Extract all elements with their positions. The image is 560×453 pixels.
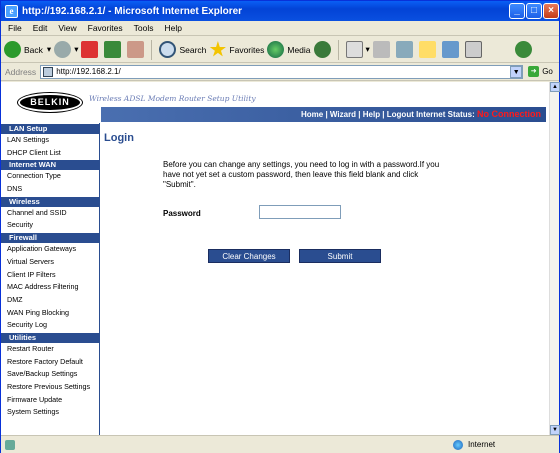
media-button[interactable]: Media (267, 39, 311, 61)
history-button[interactable] (313, 39, 334, 61)
go-arrow-icon: ➜ (528, 66, 540, 77)
home-icon (127, 41, 145, 58)
research-icon (441, 41, 459, 58)
sidebar-item[interactable]: LAN Settings (1, 134, 99, 147)
sidebar-item[interactable]: DNS (1, 183, 99, 196)
sidebar-section-header: Utilities (1, 332, 99, 343)
sidebar-item[interactable]: System Settings (1, 406, 99, 419)
clear-changes-button[interactable]: Clear Changes (208, 249, 290, 263)
menu-bar: File Edit View Favorites Tools Help (1, 21, 559, 36)
submit-button[interactable]: Submit (299, 249, 381, 263)
sidebar-item[interactable]: Application Gateways (1, 243, 99, 256)
sidebar-section-header: Wireless (1, 196, 99, 207)
refresh-icon (104, 41, 122, 58)
edit-icon (395, 41, 413, 58)
sidebar-item[interactable]: Firmware Update (1, 394, 99, 407)
scroll-down-button[interactable]: ▼ (550, 425, 560, 435)
minimize-button[interactable]: _ (509, 3, 525, 19)
sidebar-item[interactable]: Security Log (1, 319, 99, 332)
close-button[interactable]: × (543, 3, 559, 19)
sidebar-item[interactable]: WAN Ping Blocking (1, 307, 99, 320)
back-button[interactable]: Back ▾ (4, 39, 51, 61)
research-button[interactable] (441, 39, 462, 61)
tagline: Wireless ADSL Modem Router Setup Utility (89, 94, 256, 103)
star-icon (209, 41, 227, 57)
sidebar-item[interactable]: DHCP Client List (1, 147, 99, 160)
media-icon (267, 41, 285, 58)
sidebar-item[interactable]: DMZ (1, 294, 99, 307)
menu-view[interactable]: View (58, 23, 76, 33)
toolbar: Back ▾ ▾ Search Favorites Media ▾ (1, 37, 559, 63)
refresh-button[interactable] (104, 39, 124, 61)
favorites-button[interactable]: Favorites (209, 39, 264, 61)
menu-tools[interactable]: Tools (134, 23, 154, 33)
security-zone: Internet (453, 439, 495, 450)
forward-button[interactable]: ▾ (54, 39, 78, 61)
home-button[interactable] (127, 39, 147, 61)
print-icon (372, 41, 390, 58)
connection-status: No Connection (477, 109, 541, 119)
stop-icon (81, 41, 99, 58)
sidebar-section-header: Firewall (1, 233, 99, 244)
top-nav: Home | Wizard | Help | Logout Internet S… (301, 109, 541, 119)
sidebar-item[interactable]: Channel and SSID (1, 207, 99, 220)
search-icon (159, 41, 177, 58)
address-dropdown[interactable]: ▼ (510, 65, 523, 78)
login-panel: Login Before you can change any settings… (101, 123, 549, 435)
history-icon (313, 41, 331, 58)
forward-arrow-icon (54, 41, 72, 58)
messenger-icon (464, 41, 482, 58)
menu-help[interactable]: Help (164, 23, 181, 33)
status-bar: Internet (1, 435, 559, 453)
stop-button[interactable] (81, 39, 101, 61)
sidebar-item[interactable]: Restore Previous Settings (1, 381, 99, 394)
page-status-icon (5, 439, 15, 450)
login-message: Before you can change any settings, you … (163, 160, 440, 189)
browser-window: e http://192.168.2.1/ - Microsoft Intern… (0, 0, 560, 453)
address-label: Address (5, 66, 37, 77)
address-input[interactable]: http://192.168.2.1/ (40, 64, 524, 79)
discuss-button[interactable] (418, 39, 439, 61)
sidebar-section-header: Internet WAN (1, 160, 99, 171)
mail-button[interactable]: ▾ (345, 39, 370, 61)
maximize-button[interactable]: □ (526, 3, 542, 19)
messenger-button[interactable] (464, 39, 485, 61)
scroll-up-button[interactable]: ▲ (550, 82, 560, 92)
back-arrow-icon (4, 41, 21, 58)
mail-icon (345, 41, 363, 58)
search-button[interactable]: Search (159, 39, 206, 61)
window-title: http://192.168.2.1/ - Microsoft Internet… (22, 5, 243, 17)
password-label: Password (163, 209, 201, 218)
vertical-scrollbar[interactable]: ▲ ▼ (549, 82, 560, 435)
sidebar-item[interactable]: Security (1, 219, 99, 232)
sidebar-item[interactable]: Restore Factory Default (1, 356, 99, 369)
sidebar-item[interactable]: Connection Type (1, 170, 99, 183)
edit-button[interactable] (395, 39, 416, 61)
password-input[interactable] (259, 205, 341, 219)
sidebar-item[interactable]: Save/Backup Settings (1, 368, 99, 381)
menu-edit[interactable]: Edit (33, 23, 48, 33)
belkin-logo: BELKIN (18, 93, 82, 112)
address-bar: Address http://192.168.2.1/ ▼ ➜ Go (1, 63, 559, 81)
print-button[interactable] (372, 39, 393, 61)
page-content: BELKIN Wireless ADSL Modem Router Setup … (1, 82, 549, 435)
menu-favorites[interactable]: Favorites (88, 23, 123, 33)
title-bar: e http://192.168.2.1/ - Microsoft Intern… (1, 1, 559, 21)
sidebar-item[interactable]: Client IP Filters (1, 269, 99, 282)
menu-file[interactable]: File (8, 23, 22, 33)
page-header: BELKIN Wireless ADSL Modem Router Setup … (1, 82, 549, 122)
sidebar-item[interactable]: Virtual Servers (1, 256, 99, 269)
sidebar-section-header: LAN Setup (1, 124, 99, 134)
msn-buddy-icon (514, 41, 532, 58)
page-title: Login (104, 132, 134, 144)
sidebar-item[interactable]: Restart Router (1, 343, 99, 356)
ie-icon: e (5, 4, 18, 18)
page-icon (43, 66, 54, 77)
sidebar: LAN Setup LAN Settings DHCP Client List Int… (1, 123, 100, 435)
discuss-icon (418, 41, 436, 58)
globe-icon (453, 439, 463, 450)
go-button[interactable]: ➜ Go (528, 66, 553, 77)
msn-button[interactable] (514, 39, 535, 61)
sidebar-item[interactable]: MAC Address Filtering (1, 281, 99, 294)
